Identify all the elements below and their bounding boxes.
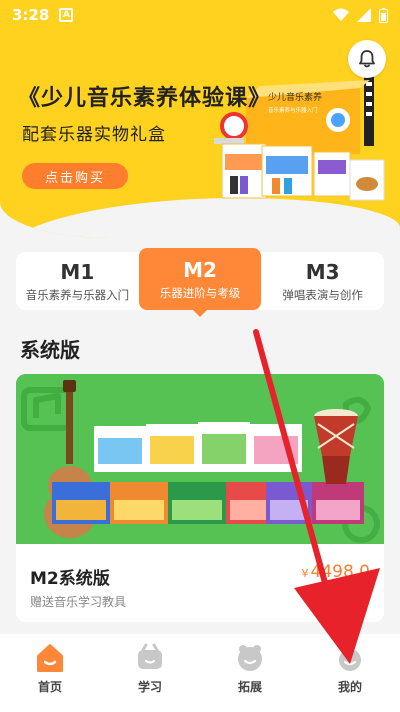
status-icons (333, 7, 388, 23)
battery-icon (379, 7, 388, 23)
signal-icon (357, 8, 371, 22)
product-gift: 赠送音乐学习教具 (30, 595, 127, 609)
nav-expand[interactable]: 拓展 (200, 634, 300, 712)
nav-profile[interactable]: 我的 (300, 634, 400, 712)
hero-subtitle: 配套乐器实物礼盒 (22, 125, 166, 145)
price-value: 4498.0 (310, 562, 370, 582)
level-tabs: M1 音乐素养与乐器入门 M2 乐器进阶与考级 M3 弹唱表演与创作 (16, 248, 384, 317)
nav-label: 首页 (37, 680, 62, 694)
notification-bell-button[interactable] (348, 40, 386, 78)
box-title: 少儿音乐素养 (268, 91, 322, 103)
currency-symbol: ¥ (301, 567, 309, 580)
expand-icon (234, 642, 266, 674)
bell-icon (359, 50, 375, 68)
status-bar: 3:28 A (0, 0, 400, 30)
tab-m1[interactable]: M1 音乐素养与乐器入门 (16, 252, 139, 310)
instrument-books-illustration (16, 374, 384, 544)
product-card[interactable]: M2系统版 ¥4498.0 赠送音乐学习教具 (16, 374, 384, 622)
level-code: M3 (305, 259, 340, 284)
nav-home[interactable]: 首页 (0, 634, 100, 712)
level-desc: 弹唱表演与创作 (282, 287, 363, 302)
notification-icon: A (59, 8, 74, 22)
wifi-icon (333, 8, 349, 21)
status-time: 3:28 (12, 6, 50, 24)
product-image (16, 374, 384, 544)
box-subtitle: 音乐素养与乐器入门 (268, 106, 318, 114)
section-title: 系统版 (20, 338, 80, 362)
learn-icon (134, 642, 166, 674)
profile-icon (334, 642, 366, 674)
nav-learn[interactable]: 学习 (100, 634, 200, 712)
product-name: M2系统版 (30, 569, 110, 589)
level-code: M2 (183, 257, 217, 282)
nav-label: 拓展 (237, 680, 262, 694)
app-screen: 3:28 A 《少儿音乐素养体验课》 配套乐器实物礼盒 点击购买 少儿音乐素养 … (0, 0, 400, 712)
bottom-nav: 首页 学习 拓展 我的 (0, 634, 400, 712)
hero-banner[interactable]: 3:28 A 《少儿音乐素养体验课》 配套乐器实物礼盒 点击购买 少儿音乐素养 … (0, 0, 400, 238)
tab-m2[interactable]: M2 乐器进阶与考级 (138, 248, 262, 317)
level-desc: 乐器进阶与考级 (159, 285, 241, 300)
product-price: ¥4498.0 (302, 562, 370, 582)
nav-label: 学习 (137, 680, 162, 694)
level-code: M1 (60, 259, 95, 284)
hero-title: 《少儿音乐素养体验课》 (18, 86, 272, 111)
nav-label: 我的 (337, 680, 362, 694)
tab-m3[interactable]: M3 弹唱表演与创作 (261, 252, 384, 310)
level-desc: 音乐素养与乐器入门 (25, 287, 130, 302)
buy-button[interactable]: 点击购买 (22, 163, 128, 189)
house-icon (34, 642, 66, 674)
